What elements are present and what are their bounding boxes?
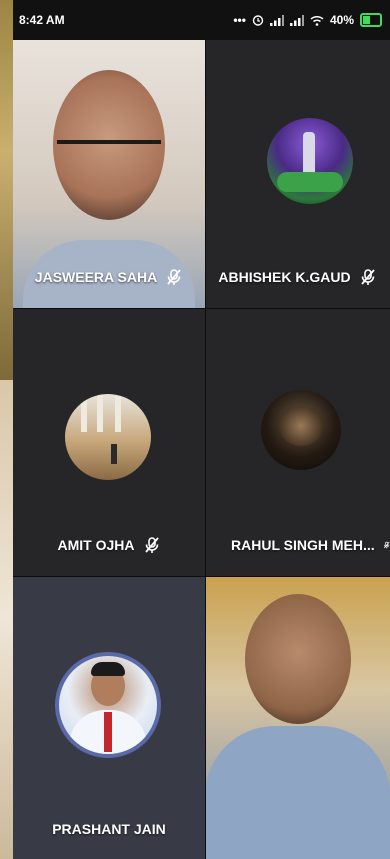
participant-tile[interactable]	[205, 576, 390, 859]
participant-tile[interactable]: PRASHANT JAIN	[13, 576, 205, 859]
participant-avatar	[261, 390, 341, 470]
participant-name-row: AMIT OJHA	[13, 536, 205, 554]
more-dots-icon: •••	[233, 13, 246, 27]
alarm-icon	[252, 15, 264, 26]
participant-avatar	[267, 118, 353, 204]
tile-divider	[205, 40, 206, 859]
participant-grid: JASWEERA SAHA ABHISHEK K.GAUD AMIT OJHA	[13, 40, 390, 859]
battery-percent: 40%	[329, 13, 354, 27]
mic-off-icon	[360, 269, 375, 285]
participant-name: JASWEERA SAHA	[34, 269, 158, 285]
shirt-graphic	[205, 726, 390, 859]
battery-icon	[360, 13, 382, 27]
participant-tile[interactable]: JASWEERA SAHA	[13, 40, 205, 308]
participant-avatar	[55, 652, 161, 758]
participant-tile[interactable]: AMIT OJHA	[13, 308, 205, 576]
participant-tile[interactable]: ABHISHEK K.GAUD	[205, 40, 390, 308]
glasses-graphic	[57, 140, 161, 182]
signal-icon	[289, 14, 304, 26]
participant-name-row: PRASHANT JAIN	[13, 821, 205, 837]
participant-avatar	[65, 394, 151, 480]
mic-off-icon	[144, 537, 159, 553]
status-bar: 8:42 AM ••• 40%	[13, 0, 390, 40]
background-edge	[0, 0, 13, 380]
participant-name: AMIT OJHA	[57, 537, 135, 553]
participant-name: ABHISHEK K.GAUD	[218, 269, 351, 285]
mic-off-icon	[167, 269, 181, 285]
signal-icon	[269, 14, 284, 26]
participant-video	[245, 594, 351, 724]
participant-name-row: RAHUL SINGH MEH...	[205, 536, 390, 554]
tile-divider	[13, 308, 390, 309]
background-edge	[0, 380, 13, 859]
tile-divider	[13, 576, 390, 577]
participant-name: PRASHANT JAIN	[52, 821, 166, 837]
status-time: 8:42 AM	[19, 13, 65, 27]
participant-name-row: ABHISHEK K.GAUD	[205, 268, 390, 286]
wifi-icon	[310, 15, 324, 26]
mic-off-icon	[383, 541, 390, 549]
participant-name-row: JASWEERA SAHA	[13, 268, 205, 286]
status-icons: ••• 40%	[233, 13, 382, 27]
participant-name: RAHUL SINGH MEH...	[231, 537, 375, 553]
participant-tile[interactable]: RAHUL SINGH MEH...	[205, 308, 390, 576]
